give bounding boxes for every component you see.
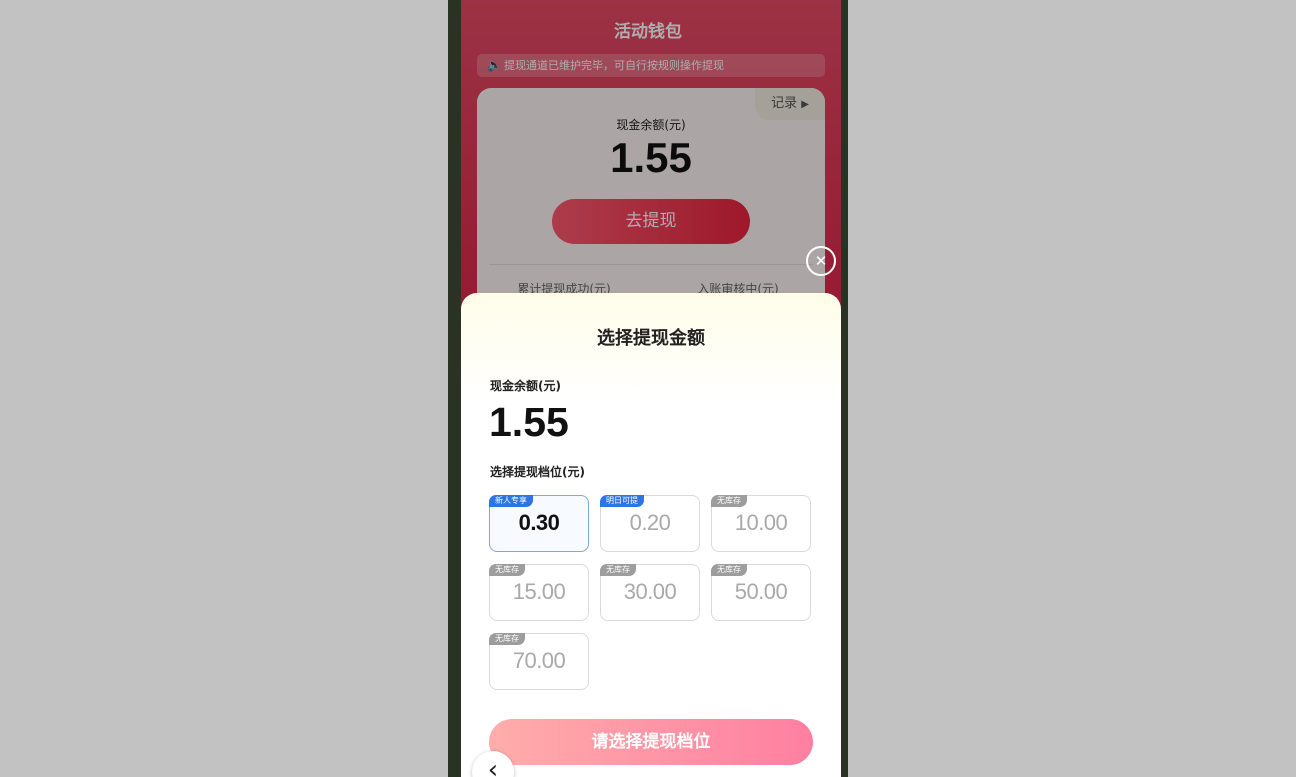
option-value: 50.00 <box>734 579 788 604</box>
withdraw-option-3[interactable]: 无库存 15.00 <box>489 564 589 621</box>
withdraw-option-1[interactable]: 明日可提 0.20 <box>600 495 700 552</box>
phone-screen: 活动钱包 🔈 提现通道已维护完毕，可自行按规则操作提现 记录 ▶ 现金余额(元) … <box>448 0 848 777</box>
option-badge: 无库存 <box>489 633 525 645</box>
sheet-balance-value: 1.55 <box>489 399 569 445</box>
withdraw-option-6[interactable]: 无库存 70.00 <box>489 633 589 690</box>
withdraw-amount-sheet: 选择提现金额 现金余额(元) 1.55 选择提现档位(元) 新人专享 0.30 … <box>461 293 841 777</box>
withdraw-option-4[interactable]: 无库存 30.00 <box>600 564 700 621</box>
option-value: 0.30 <box>518 510 560 535</box>
option-value: 70.00 <box>512 648 566 673</box>
withdraw-option-0[interactable]: 新人专享 0.30 <box>489 495 589 552</box>
option-badge: 无库存 <box>711 495 747 507</box>
withdraw-option-5[interactable]: 无库存 50.00 <box>711 564 811 621</box>
option-value: 15.00 <box>512 579 566 604</box>
option-value: 10.00 <box>734 510 788 535</box>
option-badge: 无库存 <box>711 564 747 576</box>
sheet-balance-label: 现金余额(元) <box>490 379 561 393</box>
option-value: 30.00 <box>623 579 677 604</box>
withdraw-option-2[interactable]: 无库存 10.00 <box>711 495 811 552</box>
close-icon[interactable]: ✕ <box>806 246 836 276</box>
sheet-title: 选择提现金额 <box>597 328 705 349</box>
option-badge: 新人专享 <box>489 495 533 507</box>
option-badge: 无库存 <box>600 564 636 576</box>
option-badge: 无库存 <box>489 564 525 576</box>
tier-label: 选择提现档位(元) <box>490 465 585 479</box>
option-badge: 明日可提 <box>600 495 644 507</box>
confirm-withdraw-button[interactable]: 请选择提现档位 <box>489 719 813 765</box>
option-value: 0.20 <box>629 510 671 535</box>
